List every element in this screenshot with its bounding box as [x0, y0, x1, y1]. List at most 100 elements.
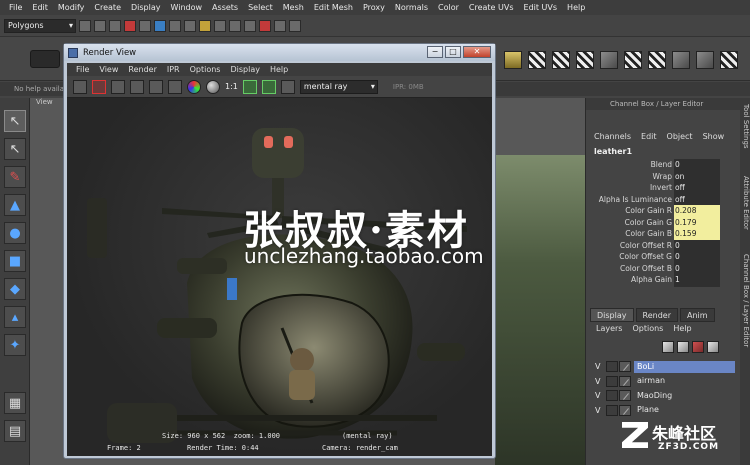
channel-box-tab[interactable]: Channel Box / Layer Editor [740, 254, 750, 347]
select-by-hierarchy-icon[interactable] [124, 19, 136, 32]
channel-value-field[interactable]: 0 [674, 159, 720, 171]
alpha-channel-icon[interactable] [206, 79, 220, 94]
menu-assets[interactable]: Assets [207, 0, 243, 15]
shelf-menu-icon[interactable] [30, 50, 60, 68]
menu-select[interactable]: Select [243, 0, 278, 15]
layer-name[interactable]: BoLi [634, 360, 735, 373]
ratio-button[interactable]: 1:1 [225, 82, 238, 91]
uv-checker-shelf-icon[interactable] [576, 51, 594, 69]
viewport-menu-view[interactable]: View [36, 98, 53, 110]
paint-select-tool-icon[interactable]: ✎ [4, 166, 26, 188]
rotate-tool-icon[interactable]: ● [4, 222, 26, 244]
rendered-image[interactable] [67, 98, 492, 456]
layer-visibility-toggle[interactable]: V [592, 391, 606, 400]
shelf-tool-icon[interactable] [672, 51, 690, 69]
layer-option-icon[interactable] [707, 341, 719, 353]
layout-single-icon[interactable]: ▦ [4, 392, 26, 414]
snapshot-icon[interactable] [111, 79, 125, 94]
last-tool-icon[interactable]: ✦ [4, 334, 26, 356]
menu-color[interactable]: Color [433, 0, 464, 15]
channel-value-field[interactable]: 0 [674, 285, 720, 287]
channel-value-field[interactable]: 0.208 [674, 205, 720, 217]
layer-visibility-toggle[interactable]: V [592, 406, 606, 415]
layer-visibility-toggle[interactable]: V [592, 362, 606, 371]
channel-value-field[interactable]: 0 [674, 239, 720, 251]
mask-icon[interactable] [184, 19, 196, 32]
render-menu-display[interactable]: Display [225, 63, 265, 76]
soft-mod-tool-icon[interactable]: ▴ [4, 306, 26, 328]
channel-menu-object[interactable]: Object [667, 130, 693, 144]
layer-template-toggle[interactable] [606, 404, 618, 416]
close-button[interactable]: ✕ [463, 46, 491, 58]
display-icon[interactable] [280, 79, 295, 94]
select-by-object-icon[interactable] [139, 19, 151, 32]
maximize-button[interactable]: □ [445, 46, 461, 58]
render-settings-icon[interactable] [168, 79, 182, 94]
renderer-select[interactable]: mental ray [299, 79, 378, 94]
channel-value-field[interactable]: 1 [674, 274, 720, 286]
layer-row[interactable]: V MaoDing [592, 389, 735, 402]
tab-display[interactable]: Display [590, 308, 634, 322]
menu-edit-mesh[interactable]: Edit Mesh [309, 0, 358, 15]
render-frame-icon[interactable] [259, 19, 271, 32]
uv-checker-shelf-icon[interactable] [648, 51, 666, 69]
menu-create[interactable]: Create [89, 0, 126, 15]
menu-mesh[interactable]: Mesh [278, 0, 309, 15]
render-menu-file[interactable]: File [71, 63, 94, 76]
render-menu-view[interactable]: View [94, 63, 123, 76]
open-icon[interactable] [94, 19, 106, 32]
layer-menu-options[interactable]: Options [632, 324, 663, 336]
render-menu-render[interactable]: Render [123, 63, 161, 76]
layer-name[interactable]: MaoDing [634, 390, 735, 402]
menu-help[interactable]: Help [562, 0, 590, 15]
layer-template-toggle[interactable] [606, 361, 618, 372]
snap-grid-icon[interactable] [214, 19, 226, 32]
layer-color-swatch[interactable] [619, 404, 631, 416]
tab-render[interactable]: Render [635, 308, 678, 322]
menu-normals[interactable]: Normals [390, 0, 433, 15]
ipr-icon[interactable] [130, 79, 144, 94]
layer-color-swatch[interactable] [619, 361, 631, 372]
manipulator-tool-icon[interactable]: ◆ [4, 278, 26, 300]
keep-image-icon[interactable] [242, 79, 257, 94]
ipr-render-icon[interactable] [274, 19, 286, 32]
uv-checker-shelf-icon[interactable] [552, 51, 570, 69]
channel-value-field[interactable]: 0 [674, 262, 720, 274]
menu-window[interactable]: Window [166, 0, 208, 15]
layer-row[interactable]: V BoLi [592, 360, 735, 373]
layer-menu-help[interactable]: Help [673, 324, 691, 336]
new-layer-tool-icon[interactable] [692, 341, 704, 353]
render-menu-options[interactable]: Options [185, 63, 226, 76]
channel-menu-edit[interactable]: Edit [641, 130, 657, 144]
menu-create-uvs[interactable]: Create UVs [464, 0, 519, 15]
new-scene-icon[interactable] [79, 19, 91, 32]
layer-name[interactable]: airman [634, 375, 735, 387]
refresh-icon[interactable] [149, 79, 163, 94]
snap-point-icon[interactable] [244, 19, 256, 32]
tab-anim[interactable]: Anim [679, 308, 715, 322]
menu-modify[interactable]: Modify [53, 0, 90, 15]
layout-four-icon[interactable]: ▤ [4, 420, 26, 442]
channel-box-node-name[interactable]: leather1 [586, 146, 740, 158]
pyramid-shelf-icon[interactable] [504, 51, 522, 69]
channel-menu-channels[interactable]: Channels [594, 130, 631, 144]
new-layer-icon[interactable] [662, 341, 674, 353]
channel-value-field[interactable]: off [674, 193, 720, 205]
render-menu-help[interactable]: Help [265, 63, 293, 76]
save-icon[interactable] [109, 19, 121, 32]
layer-template-toggle[interactable] [606, 390, 618, 401]
layer-row[interactable]: V Plane [592, 404, 735, 417]
menu-display[interactable]: Display [126, 0, 166, 15]
tool-settings-tab[interactable]: Tool Settings [740, 104, 750, 149]
mask-icon[interactable] [199, 19, 211, 32]
menu-edit-uvs[interactable]: Edit UVs [519, 0, 563, 15]
lasso-tool-icon[interactable]: ↖ [4, 138, 26, 160]
channel-menu-show[interactable]: Show [703, 130, 725, 144]
select-tool-icon[interactable]: ↖ [4, 110, 26, 132]
layer-menu-layers[interactable]: Layers [596, 324, 622, 336]
redo-render-icon[interactable] [73, 79, 87, 94]
new-layer-selected-icon[interactable] [677, 341, 689, 353]
menu-file[interactable]: File [4, 0, 27, 15]
shelf-tool-icon[interactable] [600, 51, 618, 69]
layer-color-swatch[interactable] [619, 375, 631, 387]
